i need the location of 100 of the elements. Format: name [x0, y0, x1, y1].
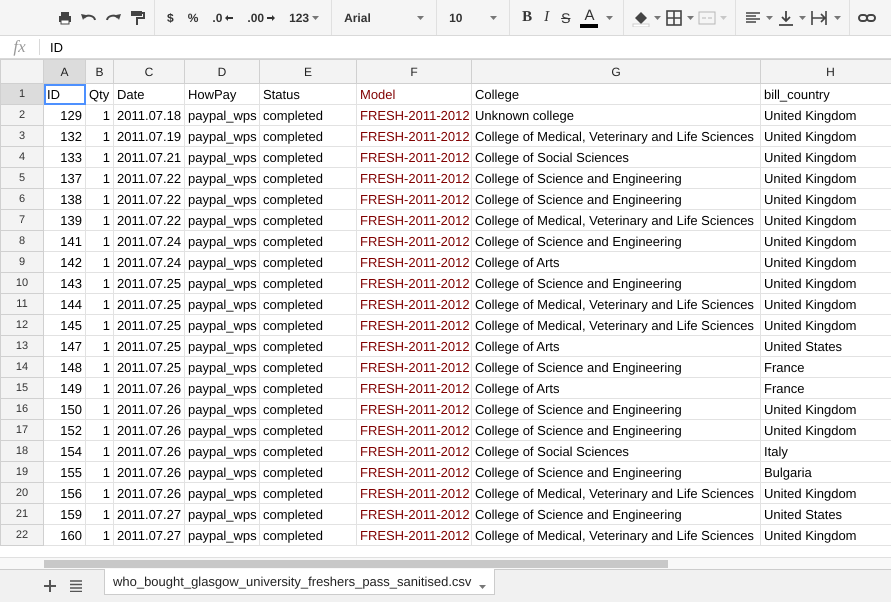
table-cell[interactable]: 149 [44, 378, 86, 398]
table-cell[interactable]: 1 [86, 440, 114, 462]
bold-button[interactable]: B [520, 6, 534, 30]
table-cell[interactable]: paypal_wps [184, 398, 260, 420]
table-cell[interactable]: paypal_wps [184, 188, 260, 210]
table-cell[interactable]: 145 [44, 314, 86, 336]
table-cell[interactable]: paypal_wps [184, 378, 260, 398]
table-cell[interactable]: 2011.07.25 [114, 314, 184, 336]
table-cell[interactable]: 2011.07.26 [114, 420, 184, 440]
table-cell[interactable]: FRESH-2011-2012 [356, 272, 472, 294]
column-header[interactable]: H [760, 60, 891, 84]
table-cell[interactable]: College of Medical, Veterinary and Life Sciences [472, 126, 760, 146]
table-cell[interactable]: 1 [86, 294, 114, 314]
row-header[interactable]: 17 [0, 420, 44, 440]
table-cell[interactable]: FRESH-2011-2012 [356, 314, 472, 336]
font-size-dropdown[interactable]: 10 [447, 6, 500, 30]
table-cell[interactable]: FRESH-2011-2012 [356, 230, 472, 252]
horizontal-scrollbar[interactable] [0, 557, 891, 569]
table-cell[interactable]: 2011.07.26 [114, 378, 184, 398]
table-cell[interactable]: paypal_wps [184, 146, 260, 168]
row-header[interactable]: 4 [0, 146, 44, 168]
table-cell[interactable]: 144 [44, 294, 86, 314]
table-cell[interactable]: 141 [44, 230, 86, 252]
table-cell[interactable]: paypal_wps [184, 524, 260, 546]
column-header[interactable]: D [184, 60, 260, 84]
table-cell[interactable]: FRESH-2011-2012 [356, 146, 472, 168]
table-cell[interactable]: paypal_wps [184, 272, 260, 294]
table-cell[interactable]: completed [260, 188, 356, 210]
borders-icon[interactable] [665, 8, 684, 26]
table-cell[interactable]: College of Science and Engineering [472, 188, 760, 210]
table-cell[interactable]: 155 [44, 462, 86, 482]
table-cell[interactable]: completed [260, 504, 356, 524]
row-header[interactable]: 22 [0, 524, 44, 546]
table-cell[interactable]: completed [260, 230, 356, 252]
table-cell[interactable]: completed [260, 252, 356, 272]
table-cell[interactable]: paypal_wps [184, 126, 260, 146]
column-header[interactable]: E [260, 60, 356, 84]
table-cell[interactable]: College of Science and Engineering [472, 398, 760, 420]
formula-input[interactable]: ID [40, 40, 891, 54]
table-cell[interactable]: 2011.07.27 [114, 504, 184, 524]
row-header[interactable]: 7 [0, 210, 44, 230]
table-cell[interactable]: FRESH-2011-2012 [356, 294, 472, 314]
table-cell[interactable]: College [472, 84, 760, 104]
table-cell[interactable]: completed [260, 440, 356, 462]
menu-icon[interactable] [70, 580, 82, 592]
table-cell[interactable]: FRESH-2011-2012 [356, 188, 472, 210]
table-cell[interactable]: College of Science and Engineering [472, 462, 760, 482]
table-cell[interactable]: 2011.07.24 [114, 252, 184, 272]
table-cell[interactable]: 2011.07.24 [114, 230, 184, 252]
table-cell[interactable]: 2011.07.26 [114, 398, 184, 420]
table-cell[interactable]: College of Science and Engineering [472, 504, 760, 524]
increase-decimals-button[interactable]: .00 [245, 6, 278, 30]
table-cell[interactable]: completed [260, 314, 356, 336]
table-cell[interactable]: 1 [86, 378, 114, 398]
table-cell[interactable]: College of Science and Engineering [472, 272, 760, 294]
table-cell[interactable]: FRESH-2011-2012 [356, 524, 472, 546]
column-header[interactable]: C [114, 60, 184, 84]
table-cell[interactable]: 148 [44, 356, 86, 378]
table-cell[interactable]: FRESH-2011-2012 [356, 504, 472, 524]
table-cell[interactable]: completed [260, 146, 356, 168]
table-cell[interactable]: 2011.07.22 [114, 188, 184, 210]
row-header[interactable]: 19 [0, 462, 44, 482]
table-cell[interactable]: 1 [86, 482, 114, 504]
table-cell[interactable]: completed [260, 294, 356, 314]
table-cell[interactable]: College of Medical, Veterinary and Life Sciences [472, 524, 760, 546]
table-cell[interactable]: 1 [86, 168, 114, 188]
table-cell[interactable]: paypal_wps [184, 420, 260, 440]
table-cell[interactable]: Model [356, 84, 472, 104]
table-cell[interactable]: 1 [86, 104, 114, 126]
table-cell[interactable]: paypal_wps [184, 104, 260, 126]
row-header[interactable]: 10 [0, 272, 44, 294]
table-cell[interactable]: College of Medical, Veterinary and Life Sciences [472, 482, 760, 504]
decrease-decimals-button[interactable]: .0 [210, 6, 236, 30]
table-cell[interactable]: completed [260, 524, 356, 546]
table-cell[interactable]: College of Arts [472, 378, 760, 398]
table-cell[interactable]: College of Social Sciences [472, 146, 760, 168]
table-cell[interactable]: FRESH-2011-2012 [356, 440, 472, 462]
row-header[interactable]: 9 [0, 252, 44, 272]
column-header[interactable]: F [356, 60, 472, 84]
row-header[interactable]: 15 [0, 378, 44, 398]
table-cell[interactable]: FRESH-2011-2012 [356, 252, 472, 272]
row-header[interactable]: 13 [0, 336, 44, 356]
table-cell[interactable]: 2011.07.25 [114, 336, 184, 356]
table-cell[interactable]: FRESH-2011-2012 [356, 378, 472, 398]
table-cell[interactable]: 133 [44, 146, 86, 168]
currency-button[interactable]: $ [165, 6, 176, 30]
table-cell[interactable]: 2011.07.19 [114, 126, 184, 146]
table-cell[interactable]: paypal_wps [184, 210, 260, 230]
table-cell[interactable]: 137 [44, 168, 86, 188]
column-header[interactable]: B [86, 60, 114, 84]
table-cell[interactable]: 1 [86, 126, 114, 146]
table-cell[interactable]: 1 [86, 524, 114, 546]
table-cell[interactable]: paypal_wps [184, 294, 260, 314]
table-cell[interactable]: 142 [44, 252, 86, 272]
row-header[interactable]: 5 [0, 168, 44, 188]
table-cell[interactable]: 132 [44, 126, 86, 146]
table-cell[interactable]: 2011.07.25 [114, 356, 184, 378]
table-cell[interactable]: completed [260, 378, 356, 398]
table-cell[interactable]: College of Science and Engineering [472, 168, 760, 188]
table-cell[interactable]: FRESH-2011-2012 [356, 398, 472, 420]
